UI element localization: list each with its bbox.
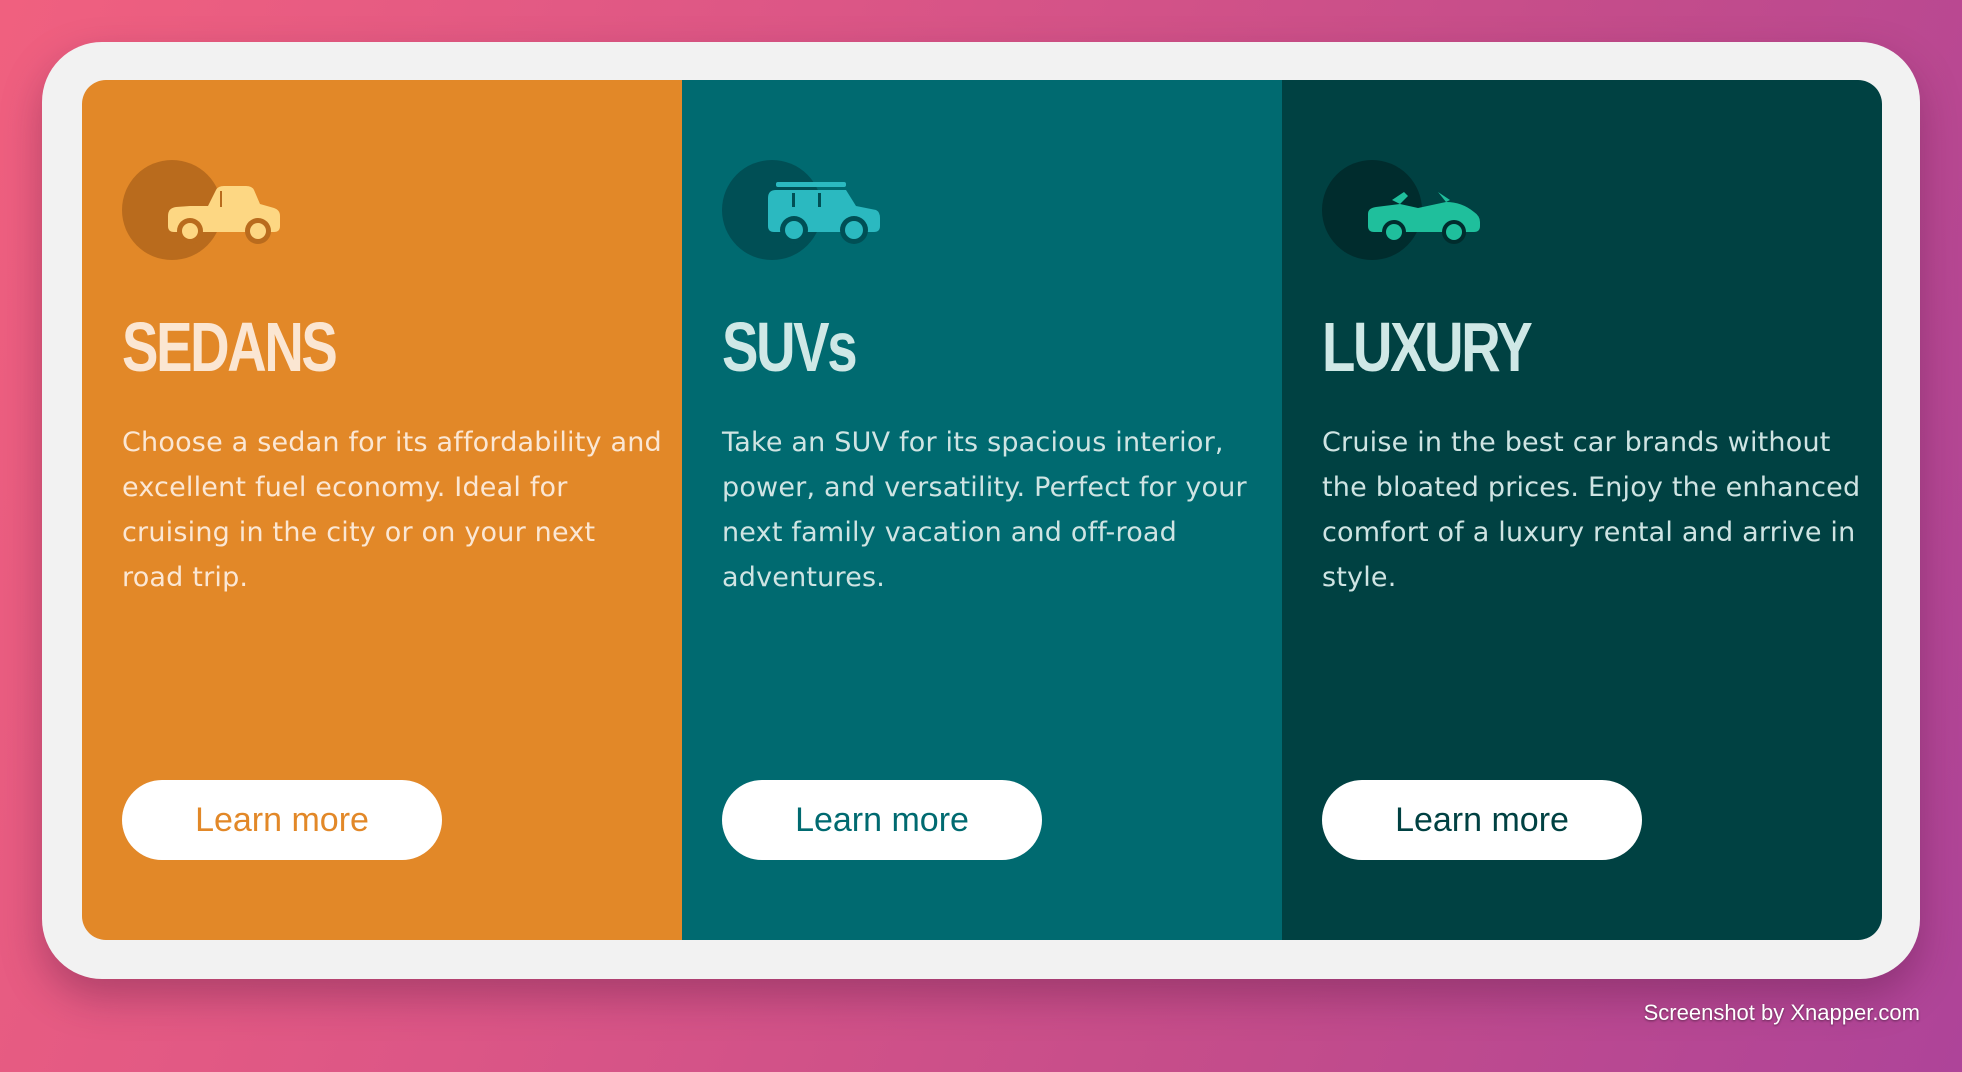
sedan-icon-group: [122, 160, 284, 260]
sedan-car-icon: [168, 186, 280, 244]
card-sedans: SEDANS Choose a sedan for its affordabil…: [82, 80, 682, 940]
suv-icon-group: [722, 160, 884, 260]
luxury-icon-group: [1322, 160, 1484, 260]
card-title: LUXURY: [1322, 308, 1533, 386]
card-luxury: LUXURY Cruise in the best car brands wit…: [1282, 80, 1882, 940]
suv-car-icon: [768, 182, 880, 244]
watermark-text: Screenshot by Xnapper.com: [1643, 1000, 1920, 1025]
convertible-car-icon: [1368, 192, 1480, 244]
card-description: Take an SUV for its spacious interior, p…: [722, 427, 1247, 593]
learn-more-button[interactable]: Learn more: [1322, 780, 1642, 860]
card-description: Choose a sedan for its affordability and…: [122, 427, 662, 593]
card-grid: SEDANS Choose a sedan for its affordabil…: [82, 80, 1882, 940]
card-frame: SEDANS Choose a sedan for its affordabil…: [42, 42, 1920, 979]
card-title: SUVs: [722, 308, 858, 386]
card-title: SEDANS: [122, 308, 338, 386]
learn-more-button[interactable]: Learn more: [722, 780, 1042, 860]
learn-more-button[interactable]: Learn more: [122, 780, 442, 860]
card-suvs: SUVs Take an SUV for its spacious interi…: [682, 80, 1282, 940]
card-description: Cruise in the best car brands without th…: [1322, 427, 1861, 593]
